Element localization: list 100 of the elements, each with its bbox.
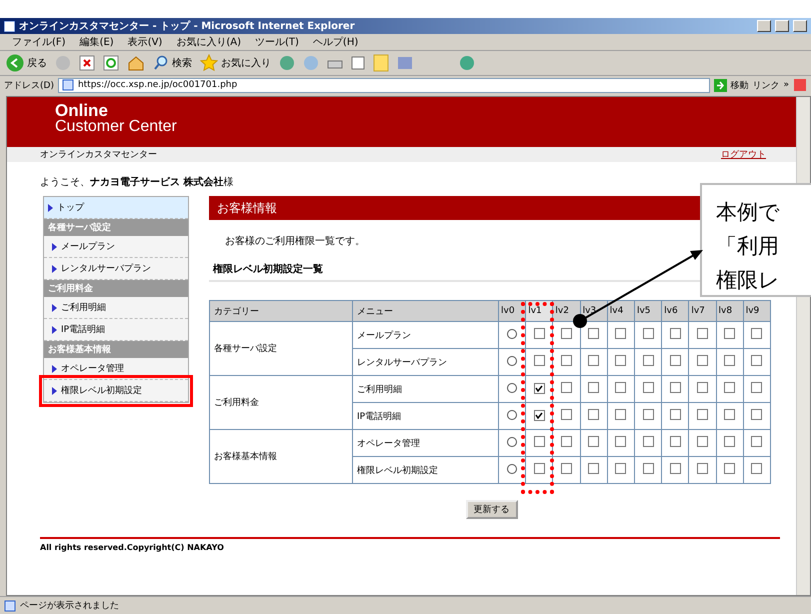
checkbox[interactable] xyxy=(670,328,681,339)
sidebar-item[interactable]: ご利用明細 xyxy=(44,297,188,319)
checkbox[interactable] xyxy=(724,463,736,474)
checkbox[interactable] xyxy=(642,382,654,393)
checkbox[interactable] xyxy=(751,463,762,474)
sidebar-item[interactable]: トップ xyxy=(44,197,188,219)
logo-text: Online xyxy=(55,102,108,119)
sidebar-group-header: ご利用料金 xyxy=(44,280,188,297)
checkbox[interactable] xyxy=(670,436,681,447)
checkbox[interactable] xyxy=(588,463,600,474)
refresh-icon[interactable] xyxy=(103,55,119,71)
back-button[interactable]: 戻る xyxy=(6,54,47,72)
radio-button[interactable] xyxy=(507,410,518,420)
checkbox[interactable] xyxy=(670,409,681,420)
checkbox[interactable] xyxy=(615,382,626,393)
checkbox[interactable] xyxy=(561,409,572,420)
sidebar-item[interactable]: 権限レベル初期設定 xyxy=(44,380,188,402)
checkbox[interactable] xyxy=(561,436,572,447)
checkbox[interactable] xyxy=(670,382,681,393)
category-cell: お客様基本情報 xyxy=(210,430,353,484)
menu-item[interactable]: ヘルプ(H) xyxy=(312,35,358,49)
checkbox[interactable] xyxy=(696,328,708,339)
checkbox[interactable] xyxy=(615,436,626,447)
checkbox[interactable] xyxy=(615,463,626,474)
close-button[interactable] xyxy=(793,20,807,32)
checkbox[interactable] xyxy=(670,355,681,366)
checkbox[interactable] xyxy=(615,328,626,339)
checkbox[interactable] xyxy=(696,463,708,474)
status-text: ページが表示されました xyxy=(20,600,119,612)
sidebar-item[interactable]: メールプラン xyxy=(44,236,188,258)
update-button[interactable]: 更新する xyxy=(466,500,518,519)
document-icon[interactable] xyxy=(351,55,365,71)
checkbox[interactable] xyxy=(696,436,708,447)
checkbox[interactable] xyxy=(724,355,736,366)
maximize-button[interactable] xyxy=(775,20,789,32)
radio-button[interactable] xyxy=(507,356,518,366)
checkbox[interactable] xyxy=(588,382,600,393)
menu-item[interactable]: 表示(V) xyxy=(128,35,162,49)
checkbox[interactable] xyxy=(642,409,654,420)
checkbox[interactable] xyxy=(642,436,654,447)
go-button[interactable]: 移動 xyxy=(714,78,748,92)
site-subtitle: オンラインカスタマセンター xyxy=(40,149,157,161)
radio-button[interactable] xyxy=(507,328,518,338)
logout-link[interactable]: ログアウト xyxy=(721,148,766,161)
checkbox[interactable] xyxy=(696,382,708,393)
checkbox[interactable] xyxy=(724,382,736,393)
menu-cell: メールプラン xyxy=(352,322,499,348)
search-button[interactable]: 検索 xyxy=(153,55,192,71)
more-button[interactable]: » xyxy=(783,80,789,90)
radio-button[interactable] xyxy=(507,464,518,474)
checkbox[interactable] xyxy=(642,463,654,474)
menu-item[interactable]: ツール(T) xyxy=(255,35,299,49)
checkbox[interactable] xyxy=(642,328,654,339)
checkbox[interactable] xyxy=(534,383,545,394)
checkbox[interactable] xyxy=(534,355,545,366)
sidebar-item[interactable]: オペレータ管理 xyxy=(44,358,188,380)
checkbox[interactable] xyxy=(588,436,600,447)
checkbox[interactable] xyxy=(615,355,626,366)
checkbox[interactable] xyxy=(670,463,681,474)
checkbox[interactable] xyxy=(751,328,762,339)
checkbox[interactable] xyxy=(615,409,626,420)
page-icon xyxy=(4,600,16,612)
checkbox[interactable] xyxy=(588,355,600,366)
checkbox[interactable] xyxy=(751,436,762,447)
checkbox[interactable] xyxy=(724,409,736,420)
menu-item[interactable]: お気に入り(A) xyxy=(176,35,241,49)
checkbox[interactable] xyxy=(724,436,736,447)
home-icon[interactable] xyxy=(127,55,145,71)
column-header: lv5 xyxy=(634,300,662,322)
checkbox[interactable] xyxy=(751,409,762,420)
menu-cell: 権限レベル初期設定 xyxy=(352,456,499,484)
links-button[interactable]: リンク xyxy=(752,78,780,92)
checkbox[interactable] xyxy=(696,409,708,420)
column-header: メニュー xyxy=(352,300,499,322)
translate-icon[interactable] xyxy=(793,78,807,92)
address-field[interactable]: https://occ.xsp.ne.jp/oc001701.php xyxy=(58,78,710,92)
menu-item[interactable]: 編集(E) xyxy=(80,35,114,49)
checkbox[interactable] xyxy=(588,328,600,339)
checkbox[interactable] xyxy=(534,463,545,474)
checkbox[interactable] xyxy=(642,355,654,366)
checkbox[interactable] xyxy=(751,382,762,393)
checkbox[interactable] xyxy=(534,328,545,339)
checkbox[interactable] xyxy=(561,355,572,366)
description-text: お客様のご利用権限一覧です。 xyxy=(225,234,365,248)
checkbox[interactable] xyxy=(561,328,572,339)
minimize-button[interactable] xyxy=(757,20,771,32)
radio-button[interactable] xyxy=(507,382,518,392)
checkbox[interactable] xyxy=(534,436,545,447)
favorites-button[interactable]: お気に入り xyxy=(200,54,271,72)
checkbox[interactable] xyxy=(534,410,545,421)
column-header: lv8 xyxy=(716,300,744,322)
checkbox[interactable] xyxy=(751,355,762,366)
menu-item[interactable]: ファイル(F) xyxy=(12,35,66,49)
checkbox[interactable] xyxy=(588,409,600,420)
checkbox[interactable] xyxy=(561,463,572,474)
stop-icon[interactable] xyxy=(79,55,95,71)
checkbox[interactable] xyxy=(696,355,708,366)
checkbox[interactable] xyxy=(724,328,736,339)
checkbox[interactable] xyxy=(561,382,572,393)
radio-button[interactable] xyxy=(507,436,518,446)
